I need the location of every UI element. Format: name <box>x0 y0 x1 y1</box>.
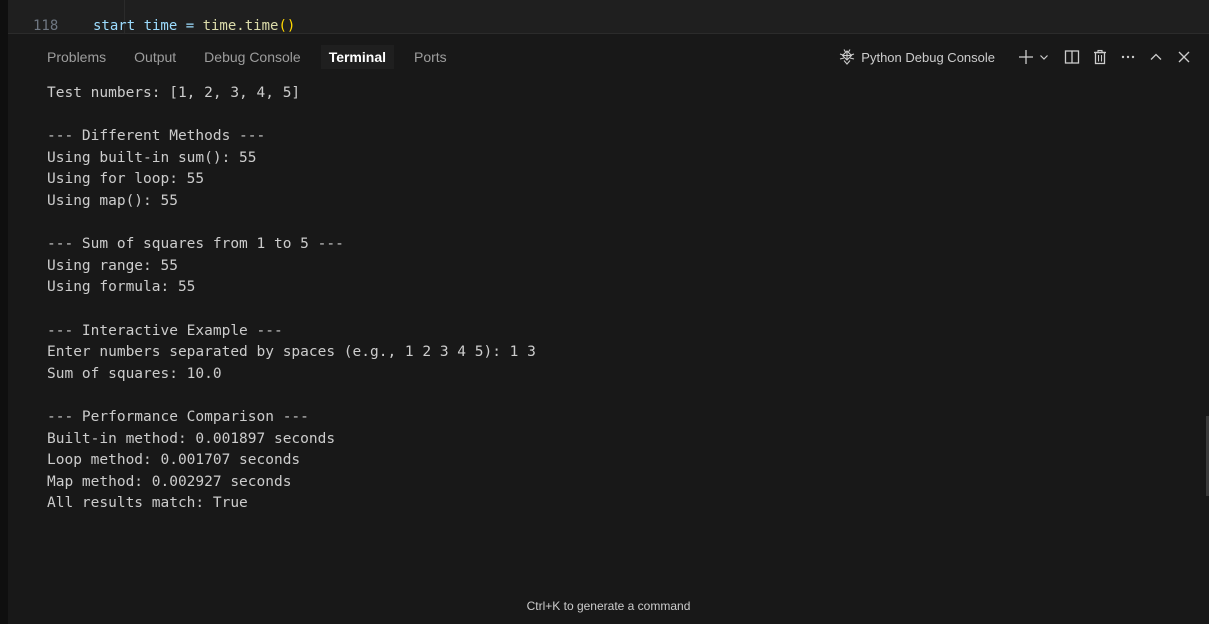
terminal-line: --- Interactive Example --- <box>47 322 283 339</box>
plus-icon <box>1019 50 1033 64</box>
terminal-output[interactable]: Test numbers: [1, 2, 3, 4, 5] --- Differe… <box>47 83 536 515</box>
terminal-line: --- Sum of squares from 1 to 5 --- <box>47 236 344 253</box>
chevron-down-icon <box>1040 55 1048 60</box>
panel-tabs: Problems Output Debug Console Terminal P… <box>8 34 475 80</box>
split-terminal-button[interactable] <box>1061 46 1083 68</box>
editor-code-line[interactable]: 118 start_time = time.time() <box>33 17 295 33</box>
code-function: time.time <box>202 18 279 33</box>
session-label: Python Debug Console <box>861 49 995 65</box>
kill-terminal-button[interactable] <box>1089 46 1111 68</box>
more-actions-button[interactable] <box>1117 46 1139 68</box>
terminal-line: Built-in method: 0.001897 seconds <box>47 430 336 447</box>
debug-bug-icon <box>840 49 855 65</box>
tab-terminal[interactable]: Terminal <box>320 45 394 69</box>
line-number: 118 <box>33 18 59 33</box>
terminal-line: --- Performance Comparison --- <box>47 408 309 425</box>
panel-actions: Python Debug Console <box>838 34 1195 80</box>
tab-ports[interactable]: Ports <box>414 47 447 67</box>
terminal-line: --- Different Methods --- <box>47 128 266 145</box>
terminal-line: Map method: 0.002927 seconds <box>47 473 292 490</box>
vscode-window: 118 start_time = time.time() Problems Out… <box>0 0 1209 624</box>
terminal-line: Enter numbers separated by spaces (e.g.,… <box>47 344 536 361</box>
terminal-line: Using map(): 55 <box>47 192 178 209</box>
tab-debug-console[interactable]: Debug Console <box>204 47 301 67</box>
tab-problems[interactable]: Problems <box>47 47 106 67</box>
maximize-panel-button[interactable] <box>1145 46 1167 68</box>
generate-command-hint: Ctrl+K to generate a command <box>526 599 691 613</box>
editor-peek: 118 start_time = time.time() <box>8 0 1209 33</box>
terminal-session-selector[interactable]: Python Debug Console <box>838 48 995 66</box>
close-panel-button[interactable] <box>1173 46 1195 68</box>
terminal-line: Test numbers: [1, 2, 3, 4, 5] <box>47 85 301 101</box>
trash-icon <box>1094 49 1106 65</box>
terminal-line: All results match: True <box>47 495 248 512</box>
terminal-line: Using built-in sum(): 55 <box>47 149 257 166</box>
bottom-panel: Problems Output Debug Console Terminal P… <box>8 33 1209 624</box>
tab-output[interactable]: Output <box>134 47 176 67</box>
terminal-line: Sum of squares: 10.0 <box>47 365 222 382</box>
code-text: start_time = <box>93 18 203 33</box>
code-parens: () <box>278 18 296 33</box>
close-icon <box>1178 51 1190 63</box>
split-terminal-icon <box>1064 50 1080 64</box>
terminal-dropdown-button[interactable] <box>1037 46 1051 68</box>
activity-edge <box>0 0 8 624</box>
terminal-line: Loop method: 0.001707 seconds <box>47 452 301 469</box>
terminal-line: Using for loop: 55 <box>47 171 205 188</box>
terminal-line: Using range: 55 <box>47 257 178 274</box>
ellipsis-icon <box>1121 55 1135 59</box>
chevron-up-icon <box>1150 53 1162 60</box>
terminal-line: Using formula: 55 <box>47 279 196 296</box>
new-terminal-button[interactable] <box>1015 46 1037 68</box>
